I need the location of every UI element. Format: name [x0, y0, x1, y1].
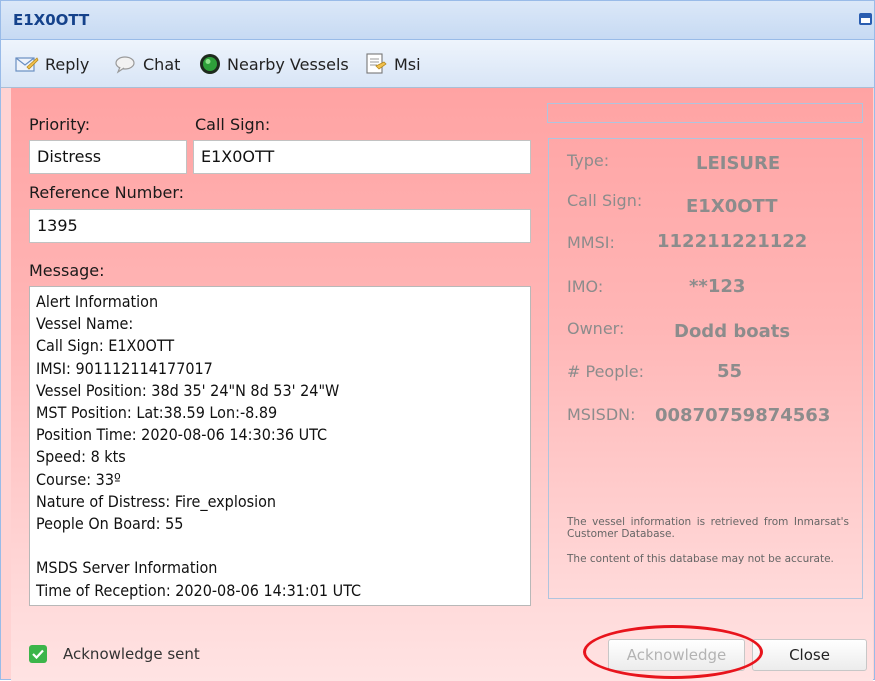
vessel-owner-label: Owner: [567, 319, 625, 338]
reply-button[interactable]: Reply [15, 52, 89, 76]
vessel-mmsi-value: 112211221122 [657, 231, 808, 252]
envelope-reply-icon [15, 54, 39, 74]
message-label: Message: [29, 261, 105, 280]
distress-alert-window: E1X0OTT Reply Chat Nearby Vessels Msi Pr… [0, 0, 875, 681]
toolbar: Reply Chat Nearby Vessels Msi [1, 40, 874, 88]
vessel-info-panel: Type: LEISURE Call Sign: E1X0OTT MMSI: 1… [548, 138, 863, 599]
green-light-icon [199, 53, 221, 75]
priority-label: Priority: [29, 115, 91, 134]
chat-label: Chat [143, 54, 181, 74]
priority-field[interactable]: Distress [29, 140, 187, 174]
vessel-people-label: # People: [567, 362, 645, 381]
vessel-callsign-label: Call Sign: [567, 191, 643, 210]
info-header-box [547, 103, 863, 123]
vessel-imo-label: IMO: [567, 277, 604, 296]
callsign-field[interactable]: E1X0OTT [193, 140, 531, 174]
reference-number-field[interactable]: 1395 [29, 209, 531, 243]
checkmark-icon [29, 645, 47, 663]
title-bar[interactable]: E1X0OTT [1, 1, 874, 40]
callsign-label: Call Sign: [195, 115, 271, 134]
nearby-vessels-label: Nearby Vessels [227, 54, 349, 74]
highlight-oval [583, 625, 763, 679]
message-textarea[interactable]: Alert Information Vessel Name: Call Sign… [29, 286, 531, 606]
document-icon [364, 53, 388, 75]
chat-bubble-icon [113, 54, 137, 74]
acknowledge-status: Acknowledge sent [63, 645, 200, 663]
vessel-imo-value: **123 [689, 276, 746, 297]
vessel-owner-value: Dodd boats [674, 321, 791, 342]
window-title: E1X0OTT [13, 11, 90, 29]
reply-label: Reply [45, 54, 90, 74]
msi-label: Msi [394, 54, 421, 74]
vessel-type-value: LEISURE [696, 153, 781, 174]
reference-number-label: Reference Number: [29, 183, 185, 202]
vessel-msisdn-value: 00870759874563 [655, 405, 831, 426]
vessel-people-value: 55 [717, 361, 743, 382]
nearby-vessels-button[interactable]: Nearby Vessels [199, 52, 349, 76]
vessel-msisdn-label: MSISDN: [567, 405, 636, 424]
alert-content: Priority: Distress Call Sign: E1X0OTT Re… [11, 88, 873, 681]
vessel-mmsi-label: MMSI: [567, 233, 615, 252]
vessel-callsign-value: E1X0OTT [686, 196, 778, 217]
vessel-type-label: Type: [567, 151, 610, 170]
database-accuracy-note: The content of this database may not be … [567, 553, 834, 565]
database-source-note: The vessel information is retrieved from… [567, 516, 849, 540]
close-button[interactable]: Close [752, 639, 867, 671]
chat-button[interactable]: Chat [113, 52, 180, 76]
msi-button[interactable]: Msi [364, 52, 421, 76]
maximize-icon[interactable] [859, 13, 872, 25]
